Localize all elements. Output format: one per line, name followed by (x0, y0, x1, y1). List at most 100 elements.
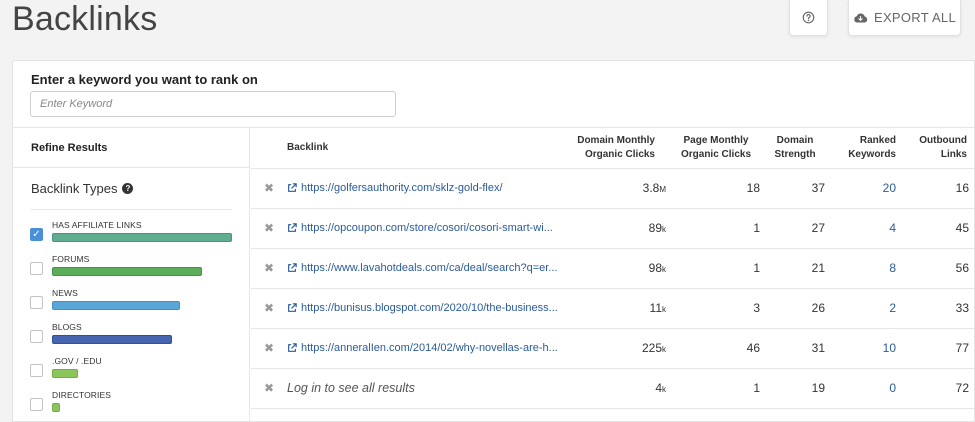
domain-clicks-cell: 11k (650, 301, 666, 315)
outbound-links-cell: 16 (955, 181, 969, 195)
ranked-keywords-cell[interactable]: 8 (889, 261, 896, 275)
header-line: Links (940, 149, 967, 160)
page-clicks-cell: 1 (753, 221, 760, 235)
checkbox[interactable] (30, 398, 43, 411)
domain-clicks-unit: k (662, 385, 666, 394)
question-circle-icon (802, 11, 815, 24)
external-link-icon (288, 343, 297, 352)
remove-icon[interactable]: ✖ (264, 221, 274, 235)
table-row: ✖ https://opcoupon.com/store/cosori/coso… (251, 209, 974, 249)
blogs-bar (52, 335, 172, 344)
ranked-keywords-cell[interactable]: 4 (889, 221, 896, 235)
filter-has-affiliate-links[interactable]: ✓ HAS AFFILIATE LINKS (30, 220, 240, 250)
divider (13, 167, 250, 168)
filter-forums[interactable]: FORUMS (30, 254, 240, 284)
table-row: ✖ https://bunisus.blogspot.com/2020/10/t… (251, 289, 974, 329)
page-clicks-cell: 1 (753, 261, 760, 275)
domain-clicks-cell: 225k (642, 341, 666, 355)
gov-edu-bar (52, 369, 78, 378)
remove-icon[interactable]: ✖ (264, 261, 274, 275)
backlink-types-title: Backlink Types ? (31, 181, 134, 196)
outbound-links-cell: 77 (955, 341, 969, 355)
header-page-clicks[interactable]: Page Monthly Organic Clicks (671, 134, 761, 162)
remove-icon[interactable]: ✖ (264, 181, 274, 195)
ranked-keywords-cell[interactable]: 20 (883, 181, 896, 195)
news-bar (52, 301, 180, 310)
keyword-input[interactable] (30, 91, 396, 117)
backlinks-card: Enter a keyword you want to rank on Refi… (12, 60, 975, 422)
remove-icon[interactable]: ✖ (264, 341, 274, 355)
outbound-links-cell: 45 (955, 221, 969, 235)
header-ranked-keywords[interactable]: Ranked Keywords (836, 134, 896, 162)
outbound-links-cell: 33 (955, 301, 969, 315)
header-line: Outbound (919, 135, 967, 146)
domain-clicks-cell: 98k (649, 261, 666, 275)
domain-clicks-unit: M (659, 185, 666, 194)
cloud-download-icon (854, 12, 868, 22)
checkbox[interactable] (30, 364, 43, 377)
backlink-url[interactable]: https://bunisus.blogspot.com/2020/10/the… (287, 302, 558, 314)
domain-clicks-value: 3.8 (642, 181, 660, 195)
header-line: Organic Clicks (680, 149, 752, 160)
ranked-keywords-cell[interactable]: 0 (889, 381, 896, 395)
checkbox[interactable] (30, 330, 43, 343)
domain-clicks-value: 11 (649, 301, 662, 315)
table-row: ✖ https://golfersauthority.com/sklz-gold… (251, 169, 974, 209)
backlink-url[interactable]: https://www.lavahotdeals.com/ca/deal/sea… (287, 262, 558, 274)
remove-icon[interactable]: ✖ (264, 381, 274, 395)
domain-strength-cell: 21 (811, 261, 825, 275)
header-line: Ranked (859, 135, 896, 146)
filter-news[interactable]: NEWS (30, 288, 240, 318)
checkbox-checked[interactable]: ✓ (30, 228, 43, 241)
domain-strength-cell: 26 (811, 301, 825, 315)
remove-icon[interactable]: ✖ (264, 301, 274, 315)
header-domain-clicks[interactable]: Domain Monthly Organic Clicks (551, 134, 655, 162)
table-row: ✖ Log in to see all results 4k 1 19 0 72 (251, 369, 974, 409)
domain-clicks-value: 4 (655, 381, 662, 395)
backlink-url[interactable]: https://golfersauthority.com/sklz-gold-f… (287, 182, 503, 194)
affiliate-links-bar (52, 233, 232, 242)
page-title: Backlinks (12, 0, 158, 38)
domain-strength-cell: 27 (811, 221, 825, 235)
filter-gov-edu[interactable]: .GOV / .EDU (30, 356, 240, 386)
domain-clicks-unit: k (662, 265, 666, 274)
external-link-icon (288, 183, 297, 192)
header-outbound-links[interactable]: Outbound Links (911, 134, 967, 162)
domain-clicks-unit: k (662, 305, 666, 314)
url-text: https://www.lavahotdeals.com/ca/deal/sea… (301, 262, 558, 274)
filter-label: BLOGS (52, 322, 82, 332)
backlink-url[interactable]: https://opcoupon.com/store/cosori/cosori… (287, 222, 553, 234)
backlink-url[interactable]: https://anneralIen.com/2014/02/why-novel… (287, 342, 558, 354)
filter-label: DIRECTORIES (52, 390, 112, 400)
domain-strength-cell: 19 (811, 381, 825, 395)
page-clicks-cell: 46 (746, 341, 760, 355)
filter-directories[interactable]: DIRECTORIES (30, 390, 240, 420)
ranked-keywords-cell[interactable]: 10 (883, 341, 896, 355)
url-text: https://anneralIen.com/2014/02/why-novel… (301, 342, 558, 354)
url-text: https://bunisus.blogspot.com/2020/10/the… (301, 302, 558, 314)
filter-label: NEWS (52, 288, 78, 298)
refine-sidebar: Refine Results Backlink Types ? ✓ HAS AF… (13, 128, 250, 421)
login-prompt[interactable]: Log in to see all results (287, 381, 415, 395)
header-line: Domain (776, 135, 814, 146)
page-clicks-cell: 1 (753, 381, 760, 395)
header-domain-strength[interactable]: Domain Strength (765, 134, 825, 162)
page-clicks-cell: 3 (753, 301, 760, 315)
external-link-icon (288, 263, 297, 272)
header-line: Organic Clicks (584, 149, 655, 160)
domain-strength-cell: 37 (811, 181, 825, 195)
checkbox[interactable] (30, 262, 43, 275)
filter-label: HAS AFFILIATE LINKS (52, 220, 142, 230)
table-row: ✖ https://anneralIen.com/2014/02/why-nov… (251, 329, 974, 369)
url-text: https://opcoupon.com/store/cosori/cosori… (301, 222, 553, 234)
help-button[interactable] (789, 0, 828, 36)
filter-label: FORUMS (52, 254, 90, 264)
filter-blogs[interactable]: BLOGS (30, 322, 240, 352)
table-row: ✖ https://www.lavahotdeals.com/ca/deal/s… (251, 249, 974, 289)
header-backlink[interactable]: Backlink (287, 141, 328, 155)
help-icon[interactable]: ? (122, 183, 134, 194)
checkbox[interactable] (30, 296, 43, 309)
ranked-keywords-cell[interactable]: 2 (889, 301, 896, 315)
export-all-button[interactable]: EXPORT ALL (848, 0, 961, 36)
directories-bar (52, 403, 60, 412)
